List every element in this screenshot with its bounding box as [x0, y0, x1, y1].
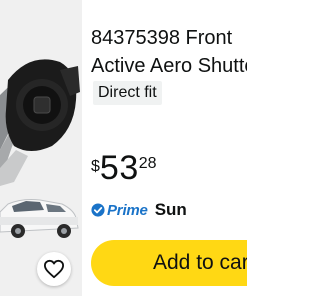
product-title-line-2: Active Aero Shutter	[91, 55, 247, 72]
product-card[interactable]: 84375398 Front Active Aero Shutter Direc…	[0, 0, 247, 296]
price-whole: 53	[99, 149, 139, 187]
price: $5328	[91, 148, 157, 188]
delivery-day: Sun	[154, 200, 187, 219]
heart-outline-icon	[44, 259, 64, 279]
product-details: 84375398 Front Active Aero Shutter Direc…	[91, 0, 247, 296]
product-title[interactable]: 84375398 Front Active Aero Shutter	[91, 24, 247, 72]
product-photo	[0, 59, 80, 238]
direct-fit-badge: Direct fit	[93, 81, 162, 105]
prime-label: Prime	[107, 201, 148, 219]
prime-check-icon	[91, 203, 105, 217]
price-fraction: 28	[138, 155, 157, 172]
price-currency-symbol: $	[91, 158, 100, 175]
product-title-line-1: 84375398 Front	[91, 27, 233, 49]
add-to-cart-button[interactable]: Add to cart	[91, 240, 247, 286]
prime-delivery: Prime Sun	[91, 199, 187, 221]
product-image[interactable]	[0, 0, 82, 296]
add-to-wishlist-button[interactable]	[37, 252, 71, 286]
